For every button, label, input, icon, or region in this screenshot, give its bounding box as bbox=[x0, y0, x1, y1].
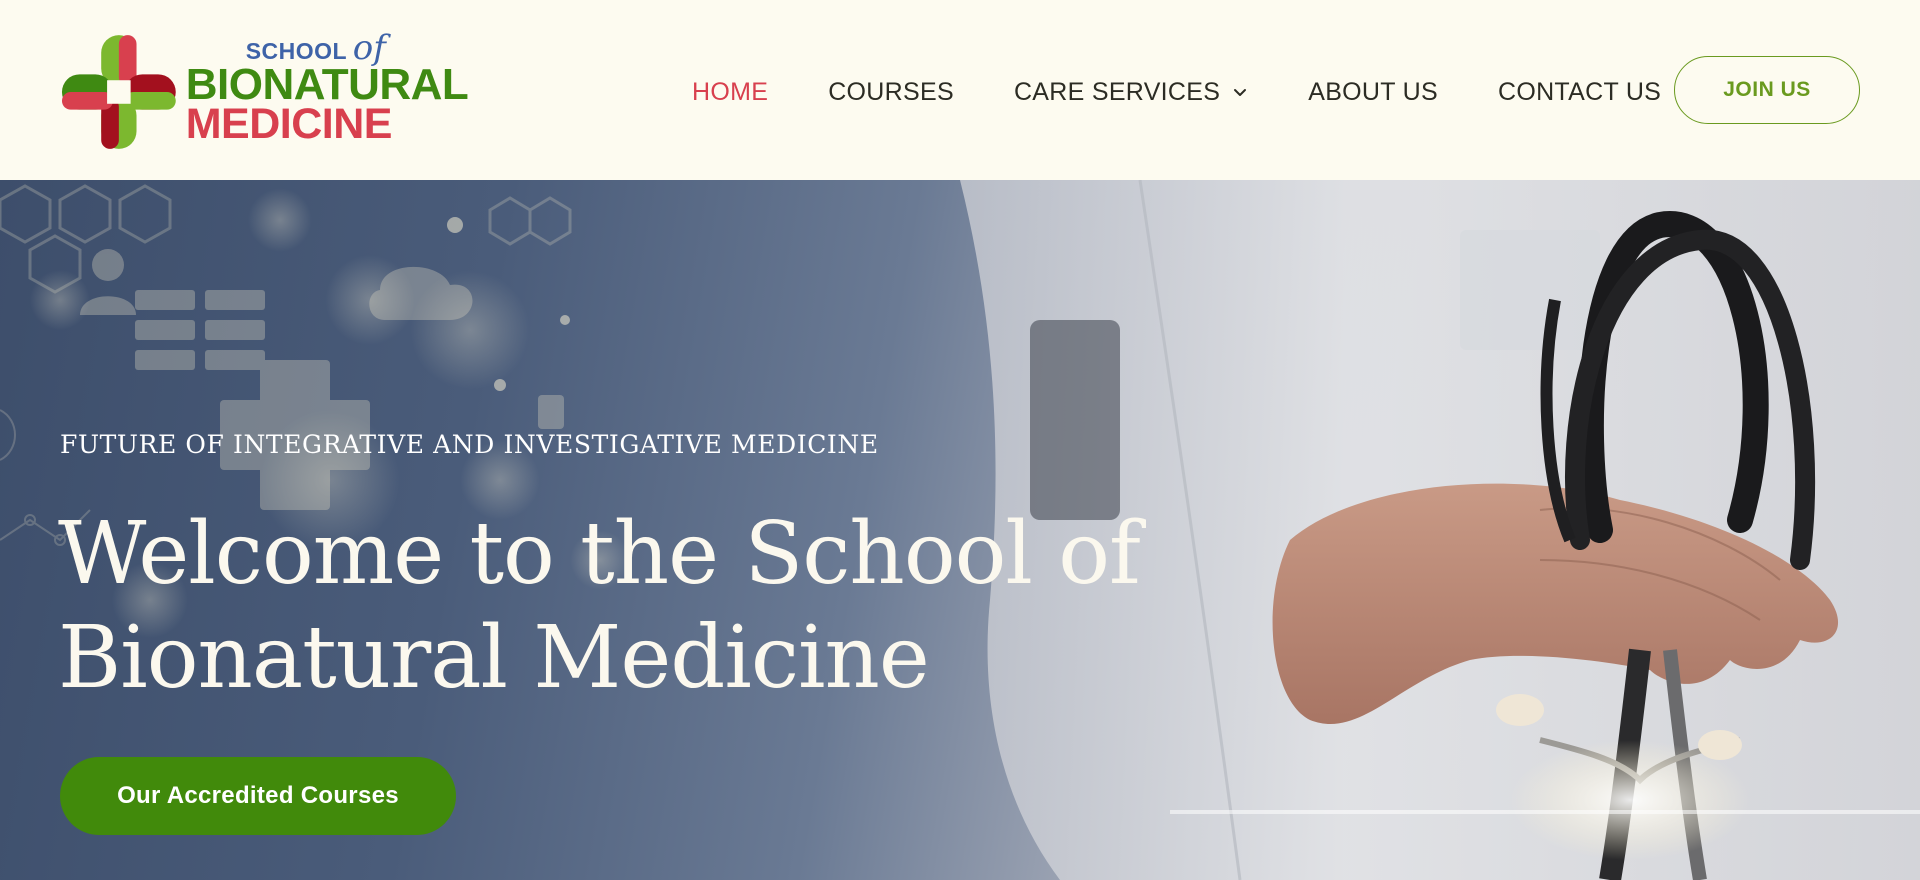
site-logo[interactable]: SCHOOL of BIONATURAL MEDICINE bbox=[60, 28, 480, 152]
accredited-courses-button[interactable]: Our Accredited Courses bbox=[60, 757, 456, 835]
cross-logo-icon bbox=[61, 35, 176, 149]
hero-title: Welcome to the School of Bionatural Medi… bbox=[58, 504, 1141, 708]
nav-home[interactable]: HOME bbox=[692, 78, 768, 107]
nav-courses[interactable]: COURSES bbox=[828, 78, 954, 107]
hero-eyebrow: FUTURE OF INTEGRATIVE AND INVESTIGATIVE … bbox=[60, 430, 879, 459]
nav-about-us[interactable]: ABOUT US bbox=[1308, 78, 1438, 107]
logo-medicine-text: MEDICINE bbox=[185, 100, 393, 148]
hero-banner: FUTURE OF INTEGRATIVE AND INVESTIGATIVE … bbox=[0, 180, 1920, 880]
join-us-button[interactable]: JOIN US bbox=[1674, 56, 1860, 124]
main-nav: HOME COURSES CARE SERVICES ABOUT US CONT… bbox=[692, 70, 1721, 114]
site-header: SCHOOL of BIONATURAL MEDICINE HOME COURS… bbox=[0, 0, 1920, 180]
logo-wordmark: SCHOOL of BIONATURAL MEDICINE bbox=[185, 28, 480, 152]
chevron-down-icon bbox=[1234, 89, 1247, 96]
nav-care-services[interactable]: CARE SERVICES bbox=[1014, 78, 1248, 107]
nav-care-services-label: CARE SERVICES bbox=[1013, 77, 1221, 106]
nav-contact-us[interactable]: CONTACT US bbox=[1498, 78, 1661, 107]
